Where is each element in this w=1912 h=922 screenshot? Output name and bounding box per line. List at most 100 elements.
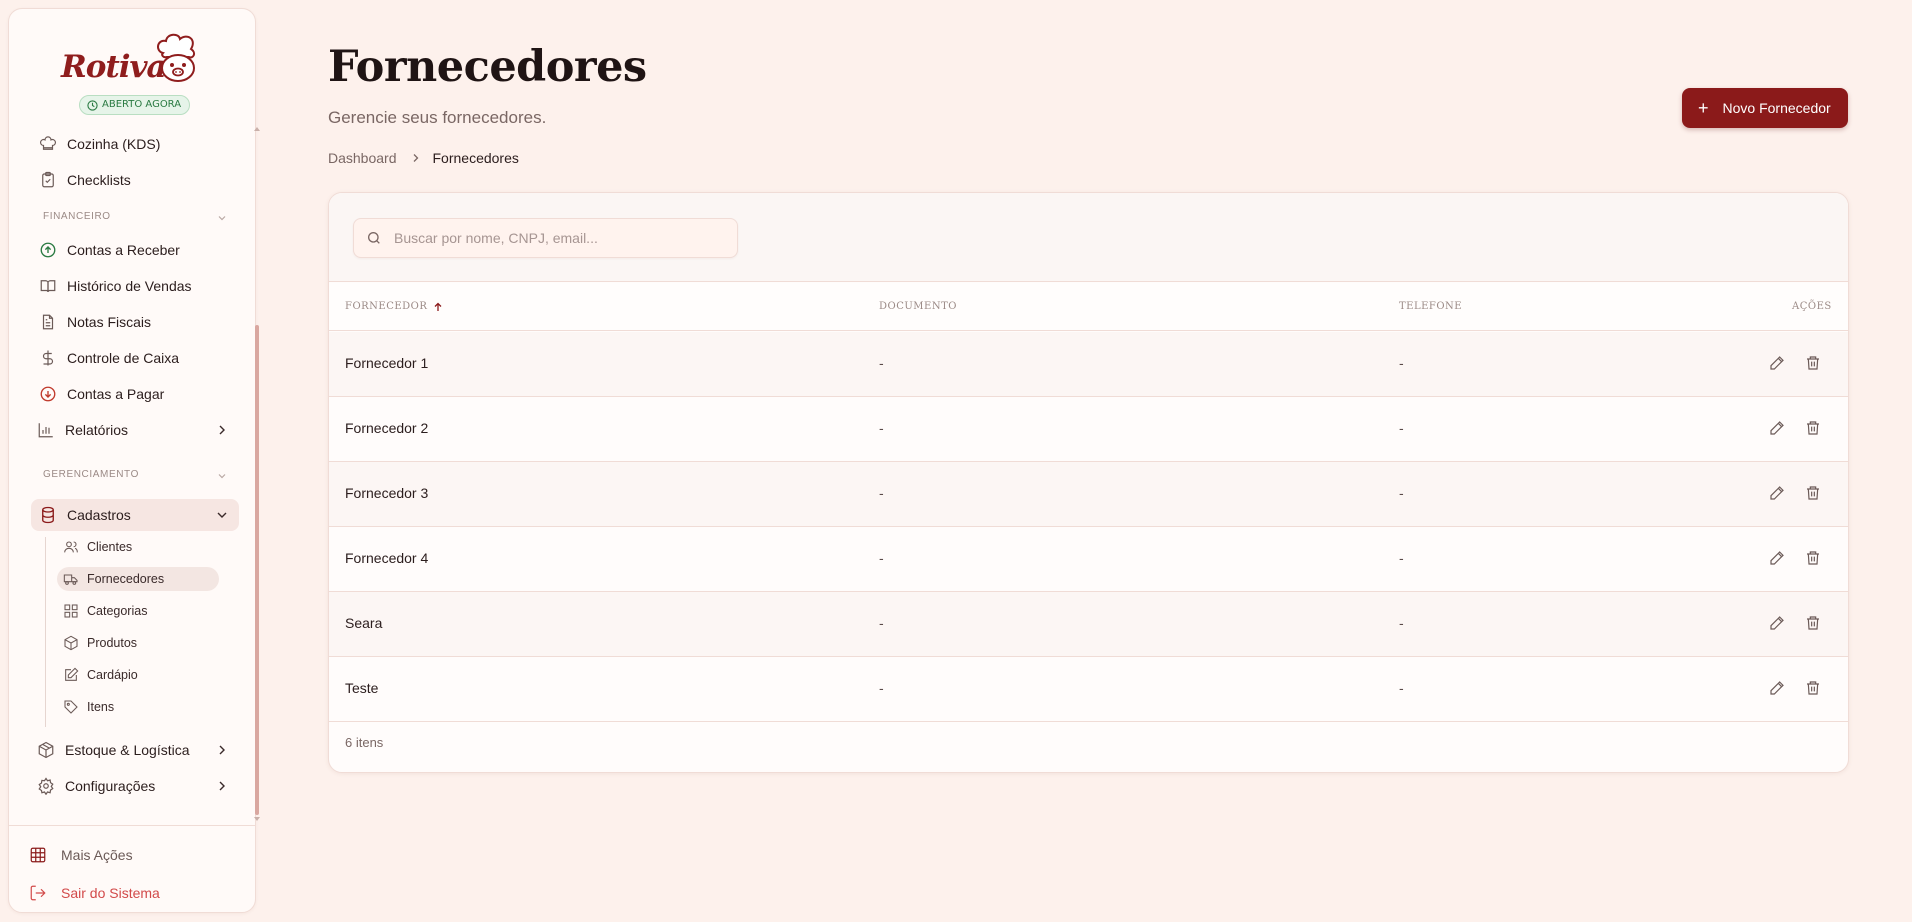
scrollbar-thumb[interactable] bbox=[255, 325, 259, 815]
trash-icon[interactable] bbox=[1805, 680, 1821, 696]
sidebar-scrollbar[interactable] bbox=[255, 129, 259, 819]
table-row[interactable]: Fornecedor 3 - - bbox=[329, 462, 1848, 527]
breadcrumb-dashboard[interactable]: Dashboard bbox=[328, 150, 397, 166]
page-subtitle: Gerencie seus fornecedores. bbox=[328, 108, 547, 127]
scroll-down-arrow[interactable] bbox=[254, 817, 260, 821]
section-gerenciamento: GERENCIAMENTO bbox=[43, 469, 139, 480]
table-row[interactable]: Teste - - bbox=[329, 657, 1848, 722]
sidebar-subitem-categorias[interactable]: Categorias bbox=[57, 599, 147, 623]
edit-square-icon bbox=[65, 667, 79, 681]
table-row[interactable]: Seara - - bbox=[329, 592, 1848, 657]
edit-icon[interactable] bbox=[1769, 485, 1785, 501]
box-icon bbox=[64, 635, 78, 651]
logout-button[interactable]: Sair do Sistema bbox=[29, 879, 160, 907]
column-header-label: AÇÕES bbox=[1792, 301, 1832, 312]
edit-icon[interactable] bbox=[1769, 420, 1785, 436]
sidebar: Rotiva ABERTO AGORA Cozinha (KDS) Checkl… bbox=[8, 8, 260, 913]
sidebar-item-label: Checklists bbox=[67, 172, 131, 188]
clock-icon bbox=[87, 100, 98, 111]
sidebar-item-estoque[interactable]: Estoque & Logística bbox=[31, 735, 241, 765]
column-header-telefone[interactable]: TELEFONE bbox=[1399, 301, 1462, 312]
book-open-icon bbox=[40, 280, 56, 293]
sidebar-subitem-clientes[interactable]: Clientes bbox=[57, 535, 132, 559]
sidebar-item-checklists[interactable]: Checklists bbox=[31, 165, 131, 195]
trash-icon[interactable] bbox=[1805, 485, 1821, 501]
chevron-down-icon[interactable] bbox=[217, 471, 227, 481]
supplier-name: Fornecedor 1 bbox=[345, 355, 429, 371]
sidebar-item-label: Histórico de Vendas bbox=[67, 278, 192, 294]
sidebar-item-kitchen[interactable]: Cozinha (KDS) bbox=[31, 129, 160, 159]
sidebar-subitem-produtos[interactable]: Produtos bbox=[57, 631, 137, 655]
column-header-documento[interactable]: DOCUMENTO bbox=[879, 301, 957, 312]
sidebar-subitem-cardapio[interactable]: Cardápio bbox=[57, 663, 138, 687]
search-input[interactable] bbox=[394, 230, 714, 246]
sidebar-item-label: Relatórios bbox=[65, 422, 129, 438]
column-header-fornecedor[interactable]: FORNECEDOR bbox=[345, 301, 443, 312]
page-title: Fornecedores bbox=[328, 42, 647, 92]
trash-icon[interactable] bbox=[1805, 550, 1821, 566]
supplier-phone: - bbox=[1399, 680, 1404, 696]
search-box[interactable] bbox=[353, 218, 738, 258]
sidebar-item-cadastros[interactable]: Cadastros bbox=[31, 500, 239, 530]
sidebar-subitem-itens[interactable]: Itens bbox=[57, 695, 114, 719]
chevron-down-icon[interactable] bbox=[217, 213, 227, 223]
column-header-label: DOCUMENTO bbox=[879, 301, 957, 312]
table-row[interactable]: Fornecedor 2 - - bbox=[329, 397, 1848, 462]
sidebar-item-configuracoes[interactable]: Configurações bbox=[31, 771, 241, 801]
supplier-name: Teste bbox=[345, 680, 379, 696]
sidebar-subitem-label: Categorias bbox=[87, 604, 148, 618]
dollar-icon bbox=[42, 350, 54, 366]
sidebar-item-notas-fiscais[interactable]: Notas Fiscais bbox=[31, 307, 151, 337]
supplier-document: - bbox=[879, 615, 884, 631]
sidebar-item-label: Cadastros bbox=[67, 507, 131, 523]
supplier-name: Fornecedor 2 bbox=[345, 420, 429, 436]
supplier-phone: - bbox=[1399, 420, 1404, 436]
sidebar-item-historico-vendas[interactable]: Histórico de Vendas bbox=[31, 271, 192, 301]
supplier-document: - bbox=[879, 680, 884, 696]
package-icon bbox=[38, 741, 54, 759]
breadcrumb-current: Fornecedores bbox=[432, 150, 519, 166]
table-row[interactable]: Fornecedor 4 - - bbox=[329, 527, 1848, 592]
truck-icon bbox=[63, 574, 78, 585]
plus-icon: + bbox=[1698, 98, 1709, 118]
supplier-phone: - bbox=[1399, 550, 1404, 566]
sidebar-subitem-label: Fornecedores bbox=[87, 572, 165, 586]
sidebar-subitem-fornecedores[interactable]: Fornecedores bbox=[57, 567, 219, 591]
supplier-phone: - bbox=[1399, 485, 1404, 501]
supplier-document: - bbox=[879, 485, 884, 501]
edit-icon[interactable] bbox=[1769, 680, 1785, 696]
chef-mascot-icon bbox=[157, 33, 196, 82]
sidebar-item-relatorios[interactable]: Relatórios bbox=[31, 415, 241, 445]
status-badge: ABERTO AGORA bbox=[79, 95, 191, 115]
sort-arrow-up-icon bbox=[434, 302, 442, 311]
sidebar-item-label: Notas Fiscais bbox=[67, 314, 152, 330]
supplier-name: Fornecedor 4 bbox=[345, 550, 429, 566]
table-row[interactable]: Fornecedor 1 - - bbox=[329, 332, 1848, 397]
column-header-label: FORNECEDOR bbox=[345, 301, 428, 312]
divider bbox=[9, 825, 255, 826]
sidebar-item-contas-pagar[interactable]: Contas a Pagar bbox=[31, 379, 164, 409]
sidebar-item-controle-caixa[interactable]: Controle de Caixa bbox=[31, 343, 179, 373]
trash-icon[interactable] bbox=[1805, 420, 1821, 436]
chevron-right-icon bbox=[219, 425, 225, 435]
more-actions-button[interactable]: Mais Ações bbox=[29, 841, 133, 869]
grid-icon bbox=[64, 604, 78, 618]
edit-icon[interactable] bbox=[1769, 615, 1785, 631]
edit-icon[interactable] bbox=[1769, 355, 1785, 371]
sidebar-item-label: Controle de Caixa bbox=[67, 350, 180, 366]
new-supplier-button[interactable]: + Novo Fornecedor bbox=[1682, 88, 1848, 128]
logout-icon bbox=[30, 885, 46, 901]
sidebar-item-label: Cozinha (KDS) bbox=[67, 136, 161, 152]
supplier-document: - bbox=[879, 420, 884, 436]
grid-table-icon bbox=[30, 847, 46, 863]
brand-logo[interactable]: Rotiva ABERTO AGORA bbox=[9, 23, 255, 119]
edit-icon[interactable] bbox=[1769, 550, 1785, 566]
item-count: 6 itens bbox=[345, 735, 384, 750]
chevron-right-icon bbox=[219, 781, 225, 791]
trash-icon[interactable] bbox=[1805, 355, 1821, 371]
sidebar-item-contas-receber[interactable]: Contas a Receber bbox=[31, 235, 180, 265]
chevron-right-icon bbox=[219, 745, 225, 755]
trash-icon[interactable] bbox=[1805, 615, 1821, 631]
chef-hat-icon bbox=[40, 136, 56, 150]
column-header-label: TELEFONE bbox=[1399, 301, 1463, 312]
